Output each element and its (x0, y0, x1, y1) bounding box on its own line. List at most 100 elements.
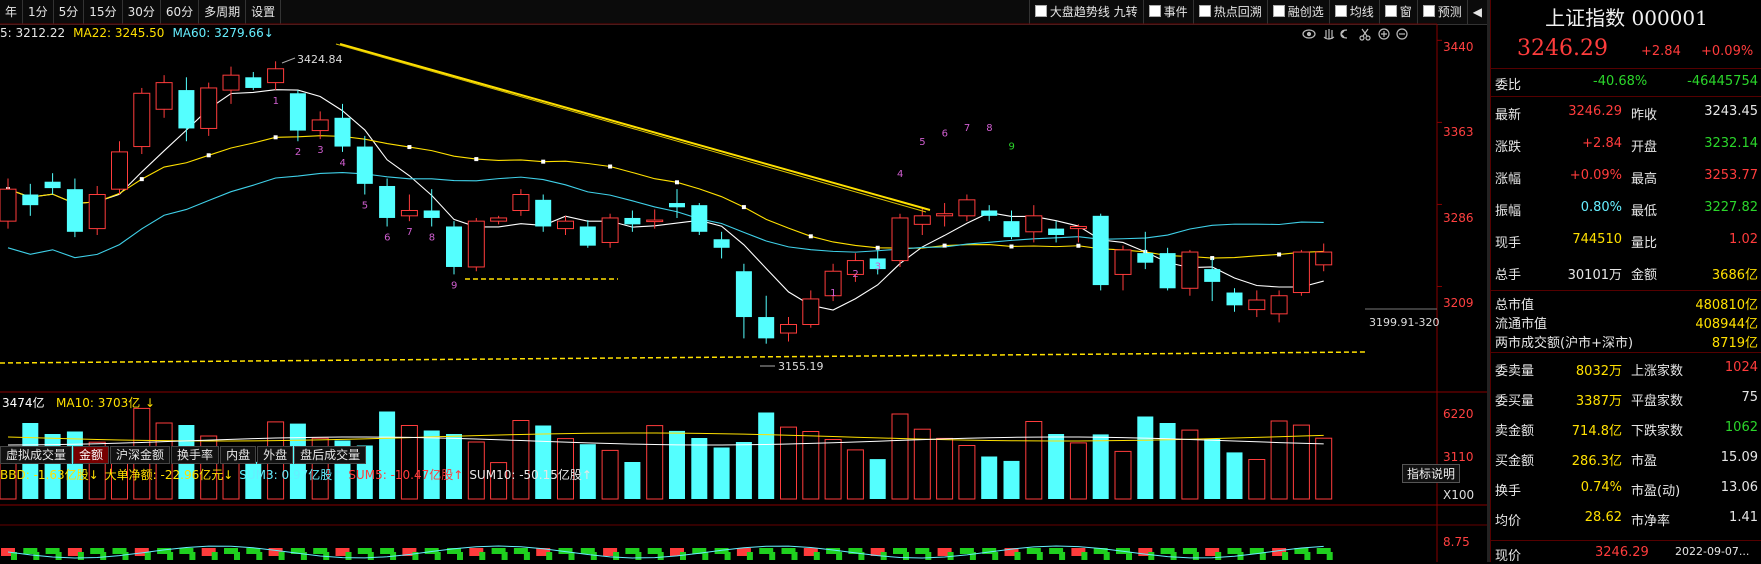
flow-bar (992, 552, 999, 560)
quote-label: 总手 (1495, 268, 1522, 283)
tab-hs-amount[interactable]: 沪深金额 (110, 446, 171, 464)
quote-label: 市盈(动) (1631, 484, 1681, 499)
candle-body (958, 199, 976, 217)
tab-turnover[interactable]: 换手率 (171, 446, 220, 464)
candle-body (222, 74, 240, 91)
volume-bar (1114, 450, 1132, 500)
quote-label: 买金额 (1495, 454, 1535, 469)
candle-body (1092, 215, 1109, 286)
price-pct: +0.09% (1701, 44, 1754, 59)
zoom-in-icon[interactable] (1378, 28, 1390, 40)
ma-marker (675, 180, 679, 185)
quote-value: 28.62 (1584, 510, 1622, 525)
candle-body (758, 317, 775, 339)
flow-bar (523, 552, 530, 560)
quote-value: 8032万 (1575, 364, 1622, 379)
flow-bar (657, 552, 664, 560)
volume-bar (824, 439, 842, 500)
flow-bar (568, 552, 575, 560)
candle-body (1270, 295, 1288, 315)
zoom-out-icon[interactable] (1396, 28, 1408, 40)
bbd-value: BBD: -1.63亿股↓ (0, 468, 99, 482)
sum3-value: SUM3: 0.97亿股↑ (239, 468, 343, 482)
hand-icon[interactable] (1323, 29, 1335, 40)
volume-bar (535, 425, 552, 499)
td-count-label: 6 (384, 232, 390, 243)
volume-value: 3474亿 (2, 395, 45, 410)
flow-bar (167, 552, 174, 560)
td-count-label: 4 (340, 158, 346, 169)
price-tick: 3440 (1443, 40, 1474, 54)
indicator-help-button[interactable]: 指标说明 (1402, 464, 1461, 483)
ma-marker (474, 157, 479, 162)
tab-virtual-volume[interactable]: 虚拟成交量 (0, 446, 73, 464)
quote-label: 涨幅 (1495, 172, 1522, 187)
volume-bar (669, 430, 685, 499)
volume-bar (691, 438, 708, 499)
quote-label: 上涨家数 (1631, 364, 1684, 379)
volume-bar (1025, 421, 1043, 500)
candle-body (446, 226, 462, 267)
low-label: 3155.19 (778, 360, 824, 373)
volume-bar (846, 449, 864, 500)
volume-bar (379, 411, 396, 499)
quote-value: 1.41 (1729, 510, 1758, 525)
ma-marker (541, 159, 546, 164)
scissors-icon[interactable] (1359, 28, 1371, 41)
td-count-label: 3 (875, 261, 881, 272)
quote-value: 0.80% (1580, 200, 1622, 215)
volume-bar (936, 437, 954, 500)
trend-line (339, 43, 931, 211)
volume-bar (958, 445, 976, 500)
quote-label: 下跌家数 (1631, 424, 1684, 439)
tab-after-hours[interactable]: 盘后成交量 (294, 446, 367, 464)
quote-value: 3232.14 (1704, 136, 1758, 151)
volume-bar (1137, 416, 1154, 499)
flow-bar (969, 552, 976, 560)
eye-icon[interactable] (1302, 29, 1316, 39)
quote-label: 昨收 (1631, 108, 1658, 123)
price-change: +2.84 (1641, 44, 1681, 59)
market-label: 总市值 (1495, 298, 1535, 313)
ma-marker (608, 164, 613, 169)
ma22-line (7, 135, 1324, 259)
volume-bar (891, 413, 909, 500)
divider (1491, 68, 1761, 69)
leader-line (281, 57, 296, 64)
quote-label: 卖金额 (1495, 424, 1535, 439)
quote-value: 15.09 (1720, 450, 1758, 465)
candle-body (311, 119, 329, 132)
volume-bar (780, 426, 797, 500)
volume-bar (1248, 459, 1266, 500)
quote-value: 744510 (1572, 232, 1622, 247)
volume-bar (1181, 429, 1199, 500)
flow-bar (278, 552, 285, 560)
candle-body (423, 210, 440, 218)
candle-body (1159, 253, 1176, 289)
quote-value: 30101万 (1567, 268, 1622, 283)
right-label: 3199.91-320 (1369, 316, 1439, 329)
flow-legend: BBD: -1.63亿股↓ 大单净额: -22.96亿元↓ SUM3: 0.97… (0, 466, 592, 482)
quote-label: 最新 (1495, 108, 1522, 123)
quote-label: 最低 (1631, 204, 1658, 219)
candle-body (1226, 292, 1243, 306)
candle-body (735, 271, 752, 318)
quote-value: 1.02 (1729, 232, 1758, 247)
flow-bar (256, 552, 263, 560)
back-icon[interactable] (1340, 29, 1348, 39)
flow-bar (1126, 552, 1132, 560)
ma-marker (139, 177, 144, 182)
volume-bar (1270, 420, 1288, 500)
candle-body (913, 215, 931, 225)
tab-inner[interactable]: 内盘 (220, 446, 257, 464)
volume-bar (1315, 437, 1333, 500)
flow-bar (189, 552, 196, 560)
candle-body (22, 194, 39, 206)
tab-amount[interactable]: 金额 (73, 446, 110, 464)
candle-body (155, 82, 173, 110)
tab-outer[interactable]: 外盘 (257, 446, 294, 464)
candle-body (0, 188, 17, 222)
flow-bar (746, 552, 753, 560)
quote-value: 13.06 (1720, 480, 1758, 495)
quote-label: 涨跌 (1495, 140, 1522, 155)
